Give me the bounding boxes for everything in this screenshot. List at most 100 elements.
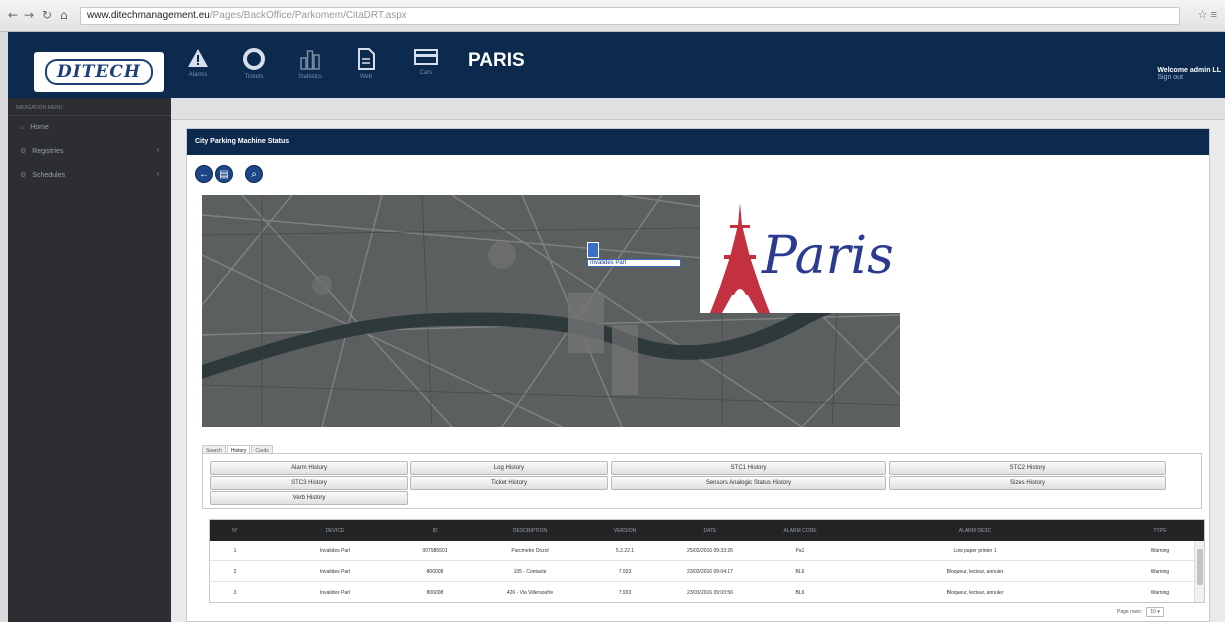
sidebar-item-label: Home (30, 124, 49, 131)
marker-label: Invalides Parl (587, 259, 681, 267)
cell-date: 23/03/2016 09:04:17 (687, 569, 733, 575)
cell-type: Warning (1150, 590, 1170, 596)
table-row[interactable]: 1 Invalides Parl 007985501 Parcmetre Doz… (210, 541, 1195, 561)
card-icon (414, 49, 438, 65)
search-icon: ⌕ (251, 168, 257, 180)
cell-alarm-desc: Low paper printer 1 (953, 548, 997, 554)
table-row[interactable]: 2 Invalides Parl 806008 105 - Contacte 7… (210, 562, 1195, 582)
browser-toolbar: ← → ↻ ⌂ www.ditechmanagement.eu/Pages/Ba… (0, 0, 1225, 32)
cell-date: 23/03/2016 09:03:56 (687, 590, 733, 596)
nav-web[interactable]: Web (340, 48, 392, 80)
page-rows-select[interactable]: 10 ▾ (1146, 607, 1164, 617)
cell-number: 2 (233, 569, 237, 575)
browser-menu-icon[interactable]: ☆ ≡ (1198, 8, 1217, 21)
cell-alarm-code: BL6 (795, 569, 805, 575)
cell-date: 25/03/2016 09:33:26 (687, 548, 733, 554)
cell-version: 5.2.22.1 (615, 548, 635, 554)
stc1-history-button[interactable]: STC1 History (611, 461, 886, 475)
nav-statistics[interactable]: Statistics (284, 48, 336, 80)
page-rows-control: Page rows: 10 ▾ (1117, 607, 1164, 617)
map-pin-icon (587, 242, 599, 258)
history-tab-panel: Alarm History Log History STC1 History S… (202, 453, 1202, 509)
cell-device: Invalides Parl (319, 548, 350, 554)
log-history-button[interactable]: Log History (410, 461, 608, 475)
reload-icon[interactable]: ↻ (42, 8, 52, 22)
ticket-history-button[interactable]: Ticket History (410, 476, 608, 490)
sidebar-item-label: Schedules (32, 172, 65, 179)
grid-scrollbar[interactable] (1194, 541, 1204, 602)
stc3-history-button[interactable]: STC3 History (210, 476, 408, 490)
col-id[interactable]: ID (395, 528, 475, 534)
lifebuoy-icon (243, 48, 265, 70)
page-rows-value: 10 (1150, 609, 1156, 615)
cell-type: Warning (1150, 569, 1170, 575)
parking-machine-marker[interactable]: Invalides Parl (587, 242, 681, 267)
sidebar: NAVIGATION MENU ⌂ Home ⚙ Registries ‹ ⚙ Sch… (8, 98, 171, 622)
address-bar[interactable]: www.ditechmanagement.eu/Pages/BackOffice… (80, 7, 1180, 25)
ditech-logo[interactable]: DITECH (34, 52, 164, 92)
table-row[interactable]: 3 Invalides Parl 806008 426 - Via Viller… (210, 583, 1195, 602)
col-date[interactable]: DATE (665, 528, 755, 534)
scrollbar-thumb[interactable] (1197, 549, 1203, 585)
print-icon: ▤ (219, 168, 229, 180)
cell-number: 1 (233, 548, 237, 554)
zoom-button[interactable]: ⌕ (245, 165, 263, 183)
eiffel-tower-icon: Paris (710, 203, 894, 313)
print-button[interactable]: ▤ (215, 165, 233, 183)
sidebar-item-registries[interactable]: ⚙ Registries ‹ (8, 139, 171, 163)
paris-logo: Paris (700, 195, 900, 313)
sign-out-link[interactable]: Sign out (1157, 74, 1221, 81)
grid-header: N° DEVICE ID DESCRIPTION VERSION DATE AL… (210, 520, 1204, 541)
status-panel: City Parking Machine Status ← ▤ ⌕ Paris … (186, 128, 1210, 622)
nav-tickets-label: Tickets (244, 74, 264, 80)
bar-chart-icon (300, 50, 320, 70)
stc2-history-button[interactable]: STC2 History (889, 461, 1166, 475)
chevron-down-icon: ▾ (1157, 609, 1160, 615)
col-device[interactable]: DEVICE (295, 528, 375, 534)
back-arrow-icon[interactable]: ← (8, 8, 18, 22)
sensors-history-button[interactable]: Sensors Analogic Status History (611, 476, 886, 490)
back-button[interactable]: ← (195, 165, 213, 183)
panel-title: City Parking Machine Status (187, 129, 1209, 155)
sidebar-item-label: Registries (32, 148, 64, 155)
nav-alarms[interactable]: Alarms (172, 48, 224, 78)
user-welcome: Welcome admin LL Sign out (1157, 67, 1221, 81)
col-type[interactable]: TYPE (1130, 528, 1190, 534)
url-host: www.ditechmanagement.eu (87, 10, 210, 21)
breadcrumb-bar (171, 98, 1225, 120)
home-browser-icon[interactable]: ⌂ (60, 8, 68, 22)
chevron-left-icon: ‹ (156, 147, 159, 154)
verb-history-button[interactable]: Verb History (210, 491, 408, 505)
cell-type: Warning (1150, 548, 1170, 554)
cell-version: 7.933 (618, 590, 632, 596)
nav-cars[interactable]: Cars (400, 48, 452, 76)
cell-id: 806008 (426, 590, 444, 596)
cell-id: 806008 (426, 569, 444, 575)
warning-icon (188, 49, 208, 67)
col-alarm-desc[interactable]: ALARM DESC (890, 528, 1060, 534)
nav-web-label: Web (359, 74, 373, 80)
cell-id: 007985501 (422, 548, 448, 554)
city-title: PARIS (468, 50, 525, 71)
sidebar-section-title: NAVIGATION MENU (8, 98, 171, 116)
alarm-history-button[interactable]: Alarm History (210, 461, 408, 475)
col-description[interactable]: DESCRIPTION (480, 528, 580, 534)
nav-tickets[interactable]: Tickets (228, 48, 280, 80)
col-number[interactable]: N° (220, 528, 250, 534)
col-alarm-code[interactable]: ALARM CODE (765, 528, 835, 534)
forward-arrow-icon[interactable]: → (24, 8, 34, 22)
col-version[interactable]: VERSION (595, 528, 655, 534)
sidebar-item-home[interactable]: ⌂ Home (8, 116, 171, 139)
cell-device: Invalides Parl (319, 590, 350, 596)
app-header: DITECH Alarms Tickets Statistics Web Car… (8, 32, 1225, 98)
main-content: City Parking Machine Status ← ▤ ⌕ Paris … (171, 98, 1225, 622)
welcome-text: Welcome admin LL (1157, 67, 1221, 74)
cell-alarm-desc: Bloqueur, lecteur, annuler (946, 590, 1004, 596)
page-rows-label: Page rows: (1117, 609, 1143, 615)
sizes-history-button[interactable]: Sizes History (889, 476, 1166, 490)
sidebar-item-schedules[interactable]: ⚙ Schedules ‹ (8, 163, 171, 187)
url-path: /Pages/BackOffice/Parkomem/CitaDRT.aspx (209, 10, 407, 21)
cell-description: 105 - Contacte (513, 569, 547, 575)
gear-icon: ⚙ (20, 148, 27, 155)
cell-alarm-code: BL6 (795, 590, 805, 596)
